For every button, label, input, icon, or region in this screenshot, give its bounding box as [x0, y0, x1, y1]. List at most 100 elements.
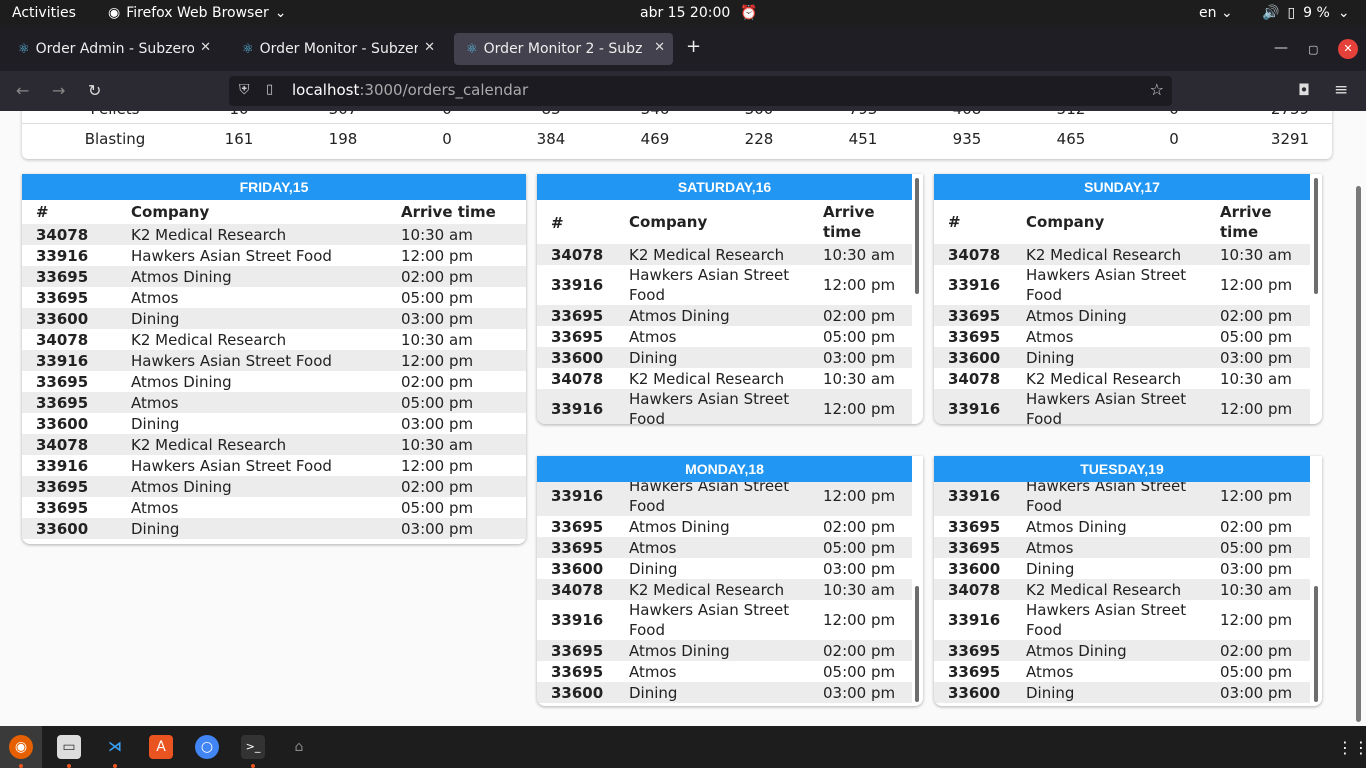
- arrive-time: 03:00 pm: [809, 347, 912, 368]
- clock[interactable]: abr 15 20:00 ⏰: [640, 5, 758, 21]
- arrive-time: 05:00 pm: [823, 327, 896, 346]
- col-num: #: [551, 214, 564, 232]
- table-row: 33600 Dining 03:00 pm: [537, 558, 912, 579]
- order-number: 34078: [948, 369, 1001, 388]
- order-number: 33695: [948, 517, 1001, 536]
- chevron-down-icon: ⌄: [1337, 5, 1350, 21]
- order-number: 33695: [551, 517, 604, 536]
- order-number: 34078: [537, 244, 615, 265]
- software-icon[interactable]: A: [149, 735, 173, 759]
- arrive-time: 05:00 pm: [1220, 327, 1293, 346]
- chrome-icon[interactable]: ○: [195, 735, 219, 759]
- arrive-time: 12:00 pm: [1206, 389, 1310, 424]
- scroll-area[interactable]: # Company Arrive time 34078 K2 Medical Re…: [537, 200, 912, 424]
- company-name: Atmos: [1026, 327, 1074, 346]
- scroll-area[interactable]: 33916 Hawkers Asian Street Food 12:00 pm 33…: [537, 482, 912, 706]
- close-tab-icon[interactable]: ✕: [424, 40, 435, 55]
- order-number: 34078: [537, 579, 615, 600]
- firefox-icon[interactable]: ◉: [9, 735, 33, 759]
- tab-label: Order Monitor 2 - Subzer: [483, 41, 642, 57]
- scroll-area[interactable]: 33916 Hawkers Asian Street Food 12:00 pm 33…: [934, 482, 1310, 706]
- show-apps-grid-icon[interactable]: ⋮⋮⋮: [1337, 738, 1366, 757]
- react-icon: ⚛: [18, 41, 30, 57]
- order-number: 33916: [948, 611, 1001, 629]
- url-bar[interactable]: ⛨ ▯ localhost:3000/orders_calendar ☆: [229, 76, 1172, 106]
- system-status[interactable]: 🔊 ▯ 9 % ⌄: [1262, 5, 1350, 21]
- close-window-button[interactable]: ✕: [1338, 39, 1358, 59]
- close-tab-icon[interactable]: ✕: [200, 40, 211, 55]
- company-name: Hawkers Asian Street Food: [615, 389, 809, 424]
- table-row: 33916 Hawkers Asian Street Food 12:00 pm: [22, 350, 526, 371]
- table-row: 33600 Dining 03:00 pm: [22, 413, 526, 434]
- arrive-time: 12:00 pm: [1220, 276, 1293, 294]
- minimize-icon[interactable]: —: [1274, 40, 1288, 56]
- company-name: K2 Medical Research: [117, 434, 387, 455]
- scrollbar-thumb[interactable]: [1314, 586, 1318, 702]
- company-name: Atmos Dining: [615, 640, 809, 661]
- table-row: 33916 Hawkers Asian Street Food 12:00 pm: [934, 265, 1310, 305]
- table-row: 33695 Atmos 05:00 pm: [22, 497, 526, 518]
- react-icon: ⚛: [466, 41, 478, 57]
- forward-icon[interactable]: →: [52, 81, 65, 100]
- summary-cell: 300: [719, 111, 799, 118]
- back-icon[interactable]: ←: [16, 81, 29, 100]
- day-header: SUNDAY,17: [934, 174, 1310, 200]
- table-row: 34078 K2 Medical Research 10:30 am: [934, 579, 1310, 600]
- tab-order-monitor-2[interactable]: ⚛ Order Monitor 2 - Subzer ✕: [454, 33, 673, 65]
- tab-order-monitor[interactable]: ⚛ Order Monitor - Subzero I ✕: [230, 33, 443, 65]
- day-card-sunday: SUNDAY,17 # Company Arrive time 34078 K2 …: [934, 174, 1322, 424]
- tab-order-admin[interactable]: ⚛ Order Admin - Subzero Ic ✕: [6, 33, 219, 65]
- arrive-time: 10:30 am: [387, 224, 526, 245]
- company-name: Atmos: [629, 662, 677, 681]
- company-name: K2 Medical Research: [615, 244, 809, 265]
- bookmark-star-icon[interactable]: ☆: [1150, 80, 1164, 99]
- arrive-time: 10:30 am: [1220, 369, 1292, 388]
- close-tab-icon[interactable]: ✕: [654, 40, 665, 55]
- company-name: Dining: [117, 518, 387, 539]
- app-menu[interactable]: ◉ Firefox Web Browser ⌄: [108, 5, 286, 21]
- summary-cell: 228: [744, 130, 774, 148]
- new-tab-button[interactable]: +: [686, 36, 701, 57]
- vscode-icon[interactable]: ⋊: [103, 735, 127, 759]
- running-indicator: [113, 764, 117, 768]
- order-number: 34078: [22, 434, 117, 455]
- company-name: Hawkers Asian Street Food: [615, 482, 809, 516]
- pocket-icon[interactable]: ◘: [1298, 81, 1310, 99]
- files-icon[interactable]: ▭: [57, 735, 81, 759]
- activities-button[interactable]: Activities: [12, 5, 76, 21]
- arrive-time: 10:30 am: [823, 369, 895, 388]
- table-row: 33600 Dining 03:00 pm: [22, 308, 526, 329]
- arrive-time: 05:00 pm: [1220, 662, 1293, 681]
- usb-icon[interactable]: ⌂: [287, 735, 311, 759]
- running-indicator: [67, 764, 71, 768]
- arrive-time: 03:00 pm: [401, 414, 474, 433]
- col-company: Company: [1026, 213, 1105, 231]
- table-row: 33916 Hawkers Asian Street Food 12:00 pm: [537, 265, 912, 305]
- company-name: Dining: [615, 347, 809, 368]
- scrollbar-thumb[interactable]: [915, 586, 919, 702]
- scroll-area[interactable]: # Company Arrive time 34078 K2 Medical Re…: [934, 200, 1310, 424]
- company-name: Hawkers Asian Street Food: [629, 266, 790, 304]
- table-row: 33916 Hawkers Asian Street Food 12:00 pm: [934, 389, 1310, 424]
- shield-icon: ⛨: [239, 82, 250, 98]
- order-number: 33695: [537, 640, 615, 661]
- reload-icon[interactable]: ↻: [88, 81, 101, 100]
- table-row: 33916 Hawkers Asian Street Food 12:00 pm: [934, 600, 1310, 640]
- arrive-time: 05:00 pm: [387, 392, 526, 413]
- order-number: 33695: [537, 537, 615, 558]
- company-name: K2 Medical Research: [629, 369, 785, 388]
- company-name: Atmos: [131, 498, 179, 517]
- arrive-time: 02:00 pm: [1206, 305, 1310, 326]
- maximize-icon[interactable]: ▢: [1308, 43, 1318, 56]
- terminal-icon[interactable]: >_: [241, 735, 265, 759]
- scrollbar-thumb[interactable]: [915, 178, 919, 294]
- page-scrollbar[interactable]: [1356, 186, 1361, 722]
- summary-cell: 469: [640, 130, 670, 148]
- arrive-time: 02:00 pm: [1220, 517, 1293, 536]
- order-number: 33600: [537, 682, 615, 703]
- order-number: 33916: [551, 611, 604, 629]
- day-header: FRIDAY,15: [22, 174, 526, 200]
- language-indicator[interactable]: en ⌄: [1199, 5, 1233, 21]
- scrollbar-thumb[interactable]: [1314, 178, 1318, 294]
- hamburger-menu-icon[interactable]: ≡: [1334, 80, 1348, 100]
